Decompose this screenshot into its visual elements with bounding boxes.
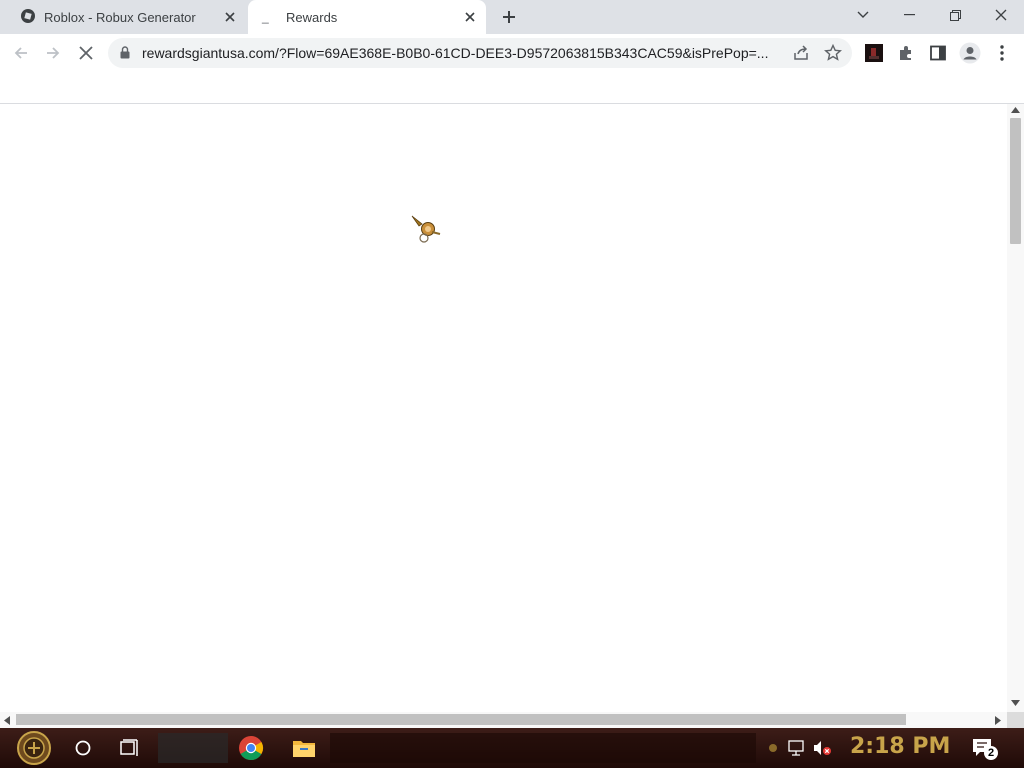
horizontal-scrollbar[interactable]: [0, 712, 1007, 728]
extension-icon[interactable]: [862, 41, 886, 65]
tab-strip: Roblox - Robux Generator _ Rewards: [0, 0, 1024, 34]
menu-kebab-icon[interactable]: [990, 41, 1014, 65]
forward-button[interactable]: [41, 41, 65, 65]
close-window-button[interactable]: [978, 0, 1024, 30]
close-tab-icon[interactable]: [220, 7, 240, 27]
task-view-button[interactable]: [112, 728, 148, 768]
vertical-scroll-thumb[interactable]: [1010, 118, 1021, 244]
lock-icon[interactable]: [120, 46, 130, 64]
horizontal-scroll-thumb[interactable]: [16, 714, 906, 725]
volume-tray-button[interactable]: [810, 728, 834, 768]
roblox-icon: [20, 8, 36, 27]
scroll-down-icon[interactable]: [1011, 700, 1020, 706]
profile-avatar-icon[interactable]: [958, 41, 982, 65]
new-tab-button[interactable]: [497, 6, 521, 28]
close-tab-icon[interactable]: [460, 7, 480, 27]
extensions-puzzle-icon[interactable]: [894, 41, 918, 65]
side-panel-icon[interactable]: [926, 41, 950, 65]
notifications-button[interactable]: 2: [966, 728, 1000, 768]
scroll-up-icon[interactable]: [1011, 107, 1020, 113]
notification-count: 2: [984, 746, 998, 760]
url-text[interactable]: rewardsgiantusa.com/?Flow=69AE368E-B0B0-…: [142, 45, 782, 61]
scroll-left-icon[interactable]: [4, 716, 10, 725]
start-orb-icon: [17, 731, 51, 765]
tab-rewards[interactable]: _ Rewards: [248, 0, 486, 34]
share-icon[interactable]: [792, 44, 810, 67]
stop-loading-button[interactable]: [74, 41, 98, 65]
taskbar-slot: [158, 733, 228, 763]
show-hidden-icons-button[interactable]: [764, 728, 782, 768]
chrome-taskbar-button[interactable]: [232, 728, 270, 768]
bookmark-bar: [0, 72, 1024, 104]
page-content: [0, 104, 1007, 712]
network-icon: [788, 740, 804, 756]
folder-icon: [293, 741, 315, 757]
file-explorer-taskbar-button[interactable]: [286, 728, 322, 768]
search-button[interactable]: [66, 728, 100, 768]
scroll-right-icon[interactable]: [995, 716, 1001, 725]
taskbar: 2:18 PM 2: [0, 728, 1024, 768]
tab-roblox[interactable]: Roblox - Robux Generator: [8, 0, 246, 34]
minimize-button[interactable]: [886, 0, 932, 30]
browser-toolbar: rewardsgiantusa.com/?Flow=69AE368E-B0B0-…: [0, 34, 1024, 72]
chrome-icon: [239, 736, 264, 760]
back-button[interactable]: [9, 41, 33, 65]
scrollbar-corner: [1007, 712, 1024, 728]
search-circle-icon: [75, 740, 91, 756]
restore-button[interactable]: [932, 0, 978, 30]
start-button[interactable]: [8, 728, 60, 768]
mouse-cursor-icon: [408, 212, 444, 253]
loading-icon: _: [262, 10, 269, 24]
tab-search-button[interactable]: [840, 0, 886, 30]
taskbar-empty-area: [330, 733, 756, 763]
tray-gear-icon: [769, 744, 777, 752]
taskbar-clock[interactable]: 2:18 PM: [850, 734, 950, 759]
task-view-icon: [120, 739, 138, 756]
tab-label: Rewards: [286, 9, 338, 25]
bookmark-star-icon[interactable]: [824, 43, 842, 67]
volume-muted-icon: [814, 741, 831, 755]
address-bar[interactable]: rewardsgiantusa.com/?Flow=69AE368E-B0B0-…: [108, 38, 852, 68]
tab-label: Roblox - Robux Generator: [44, 9, 196, 25]
vertical-scrollbar[interactable]: [1007, 104, 1024, 712]
network-tray-button[interactable]: [786, 728, 808, 768]
